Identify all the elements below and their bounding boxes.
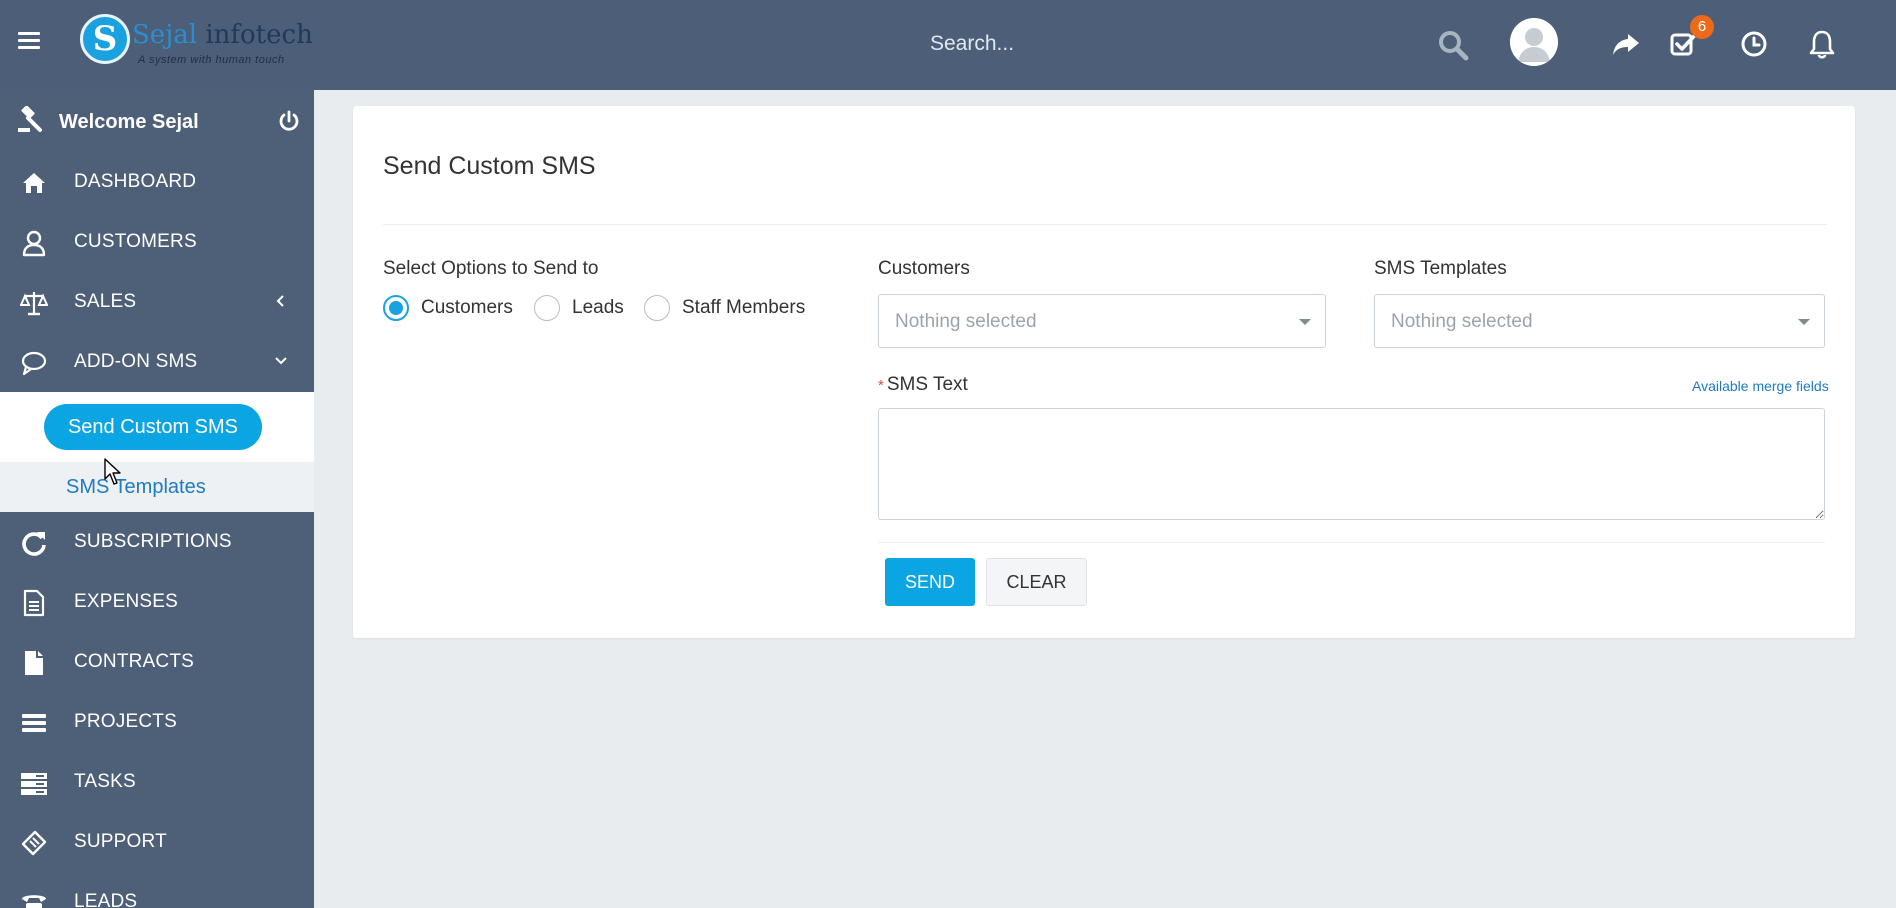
sidebar-item-support[interactable]: SUPPORT [0, 812, 314, 872]
search-input[interactable] [930, 22, 1470, 66]
balance-scale-icon [20, 292, 48, 316]
chevron-left-icon [276, 295, 284, 307]
gavel-icon [18, 106, 42, 132]
sidebar-item-label: CONTRACTS [74, 651, 195, 672]
sidebar-subitem-sms-templates[interactable]: SMS Templates [66, 476, 206, 499]
sidebar-subitem-send-custom-sms[interactable]: Send Custom SMS [44, 404, 262, 450]
send-button[interactable]: SEND [885, 558, 975, 606]
tasks-list-icon [21, 773, 47, 795]
sidebar: Welcome Sejal DASHBOARD CUSTOMERS SALES … [0, 90, 314, 908]
sidebar-item-subscriptions[interactable]: SUBSCRIPTIONS [0, 512, 314, 572]
required-asterisk: * [878, 377, 884, 394]
sidebar-item-label: CUSTOMERS [74, 231, 197, 252]
sidebar-item-label: DASHBOARD [74, 171, 197, 192]
send-custom-sms-panel: Send Custom SMS Select Options to Send t… [353, 106, 1855, 638]
home-icon [23, 173, 45, 193]
sidebar-item-contracts[interactable]: CONTRACTS [0, 632, 314, 692]
bell-icon[interactable] [1806, 28, 1838, 60]
radio-label: Leads [572, 297, 624, 318]
chevron-down-icon [275, 357, 287, 365]
file-text-icon [23, 589, 45, 617]
power-icon[interactable] [278, 110, 300, 132]
radio-label: Staff Members [682, 297, 806, 318]
mouse-cursor-icon [104, 458, 121, 485]
sidebar-item-label: SALES [74, 291, 137, 312]
sidebar-item-projects[interactable]: PROJECTS [0, 692, 314, 752]
customers-select[interactable]: Nothing selected [878, 294, 1326, 348]
sidebar-item-sales[interactable]: SALES [0, 272, 314, 332]
sidebar-item-label: LEADS [74, 891, 138, 908]
radio-label: Customers [421, 297, 513, 318]
sidebar-item-label: EXPENSES [74, 591, 179, 612]
logo-tagline: A system with human touch [138, 54, 285, 66]
sidebar-welcome: Welcome Sejal [0, 90, 314, 152]
page-title: Send Custom SMS [383, 152, 596, 180]
chat-bubble-icon [21, 351, 47, 376]
welcome-text: Welcome Sejal [59, 111, 199, 133]
sidebar-item-tasks[interactable]: TASKS [0, 752, 314, 812]
share-icon[interactable] [1610, 28, 1642, 60]
phone-icon [22, 895, 46, 908]
clear-button[interactable]: CLEAR [986, 558, 1087, 606]
sms-templates-select[interactable]: Nothing selected [1374, 294, 1825, 348]
sidebar-item-label: ADD-ON SMS [74, 351, 198, 372]
sidebar-item-dashboard[interactable]: DASHBOARD [0, 152, 314, 212]
refresh-icon [22, 532, 46, 556]
radio-button[interactable] [534, 295, 560, 321]
logo[interactable]: S Sejal infotech A system with human tou… [80, 12, 313, 72]
add-on-sms-submenu: Send Custom SMS SMS Templates [0, 392, 314, 512]
customers-label: Customers [878, 258, 970, 279]
search-icon[interactable] [1436, 28, 1470, 62]
submenu-active-row: Send Custom SMS [0, 392, 314, 462]
sms-templates-select-value: Nothing selected [1391, 311, 1533, 332]
sms-templates-label: SMS Templates [1374, 258, 1507, 279]
clock-icon[interactable] [1738, 28, 1770, 60]
caret-down-icon [1299, 319, 1311, 325]
radio-button[interactable] [383, 295, 409, 321]
avatar[interactable] [1510, 18, 1558, 66]
menu-icon[interactable] [18, 32, 40, 50]
logo-mark: S [80, 14, 130, 64]
ticket-icon [21, 830, 47, 856]
file-icon [25, 651, 43, 675]
divider [383, 224, 1827, 225]
sidebar-item-add-on-sms[interactable]: ADD-ON SMS [0, 332, 314, 392]
radio-button[interactable] [644, 295, 670, 321]
send-to-label: Select Options to Send to [383, 258, 599, 279]
logo-name: Sejal infotech [132, 20, 313, 50]
customers-select-value: Nothing selected [895, 311, 1037, 332]
bars-icon [22, 714, 46, 732]
sms-text-label: * SMS Text [878, 374, 968, 395]
tasks-count-badge: 6 [1690, 15, 1714, 39]
user-icon [22, 230, 46, 257]
sidebar-item-customers[interactable]: CUSTOMERS [0, 212, 314, 272]
sidebar-item-label: SUBSCRIPTIONS [74, 531, 232, 552]
top-navbar: S Sejal infotech A system with human tou… [0, 0, 1896, 90]
caret-down-icon [1798, 319, 1810, 325]
sidebar-item-label: SUPPORT [74, 831, 167, 852]
sidebar-item-expenses[interactable]: EXPENSES [0, 572, 314, 632]
available-merge-fields-link[interactable]: Available merge fields [1692, 378, 1829, 394]
sms-text-input[interactable] [878, 408, 1825, 520]
sidebar-item-leads[interactable]: LEADS [0, 872, 314, 908]
divider [878, 542, 1825, 543]
sidebar-item-label: TASKS [74, 771, 136, 792]
sidebar-item-label: PROJECTS [74, 711, 177, 732]
